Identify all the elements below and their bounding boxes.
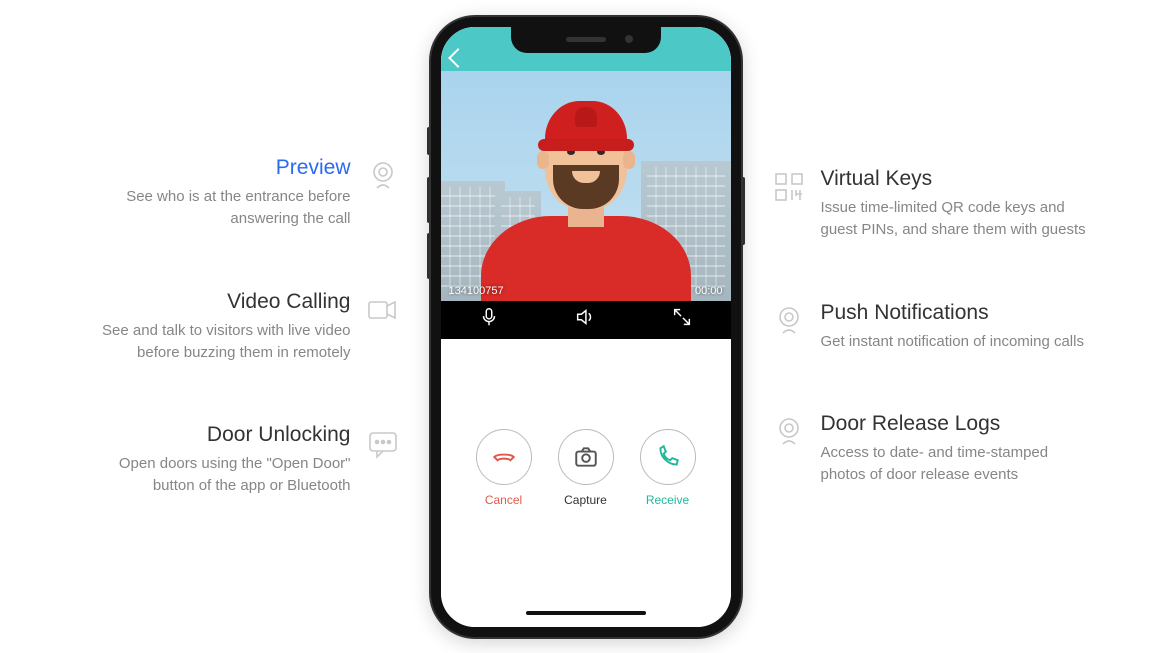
receive-button[interactable]: Receive — [640, 429, 696, 509]
feature-virtual-keys: Virtual Keys Issue time-limited QR code … — [771, 167, 1091, 241]
visitor-illustration — [486, 101, 686, 301]
home-indicator — [441, 599, 731, 627]
camera-icon — [771, 414, 807, 450]
phone-mockup: 134100757 00:00 Cancel Ca — [431, 17, 741, 637]
feature-desc: Issue time-limited QR code keys and gues… — [821, 197, 1091, 241]
feature-desc: Open doors using the "Open Door" button … — [81, 453, 351, 497]
media-control-bar — [441, 301, 731, 339]
feature-title: Video Calling — [81, 290, 351, 314]
capture-button[interactable]: Capture — [558, 429, 614, 509]
feature-push-notifications: Push Notifications Get instant notificat… — [771, 301, 1084, 353]
feature-title: Door Release Logs — [821, 412, 1091, 436]
chat-icon — [365, 425, 401, 461]
qr-icon — [771, 169, 807, 205]
left-feature-column: Preview See who is at the entrance befor… — [71, 126, 401, 527]
feature-desc: See who is at the entrance before answer… — [81, 186, 351, 230]
feature-desc: Get instant notification of incoming cal… — [821, 331, 1084, 353]
feature-title: Door Unlocking — [81, 423, 351, 447]
speaker-icon[interactable] — [574, 306, 596, 333]
feature-door-unlocking: Door Unlocking Open doors using the "Ope… — [81, 423, 401, 497]
video-icon — [365, 292, 401, 328]
feature-title: Push Notifications — [821, 301, 1084, 325]
call-timer: 00:00 — [695, 285, 723, 297]
cancel-label: Cancel — [485, 493, 522, 507]
feature-title: Preview — [81, 156, 351, 180]
video-preview: 134100757 00:00 — [441, 71, 731, 301]
feature-desc: Access to date- and time-stamped photos … — [821, 442, 1091, 486]
fullscreen-icon[interactable] — [671, 306, 693, 333]
camera-icon — [365, 158, 401, 194]
receive-label: Receive — [646, 493, 689, 507]
feature-desc: See and talk to visitors with live video… — [81, 320, 351, 364]
feature-title: Virtual Keys — [821, 167, 1091, 191]
capture-label: Capture — [564, 493, 607, 507]
call-actions: Cancel Capture Receive — [441, 339, 731, 599]
back-button[interactable] — [448, 48, 468, 68]
camera-icon — [771, 303, 807, 339]
feature-video-calling: Video Calling See and talk to visitors w… — [81, 290, 401, 364]
cancel-button[interactable]: Cancel — [476, 429, 532, 509]
caller-id: 134100757 — [449, 285, 504, 297]
mic-icon[interactable] — [478, 306, 500, 333]
right-feature-column: Virtual Keys Issue time-limited QR code … — [771, 137, 1101, 516]
phone-notch — [511, 27, 661, 53]
feature-door-release-logs: Door Release Logs Access to date- and ti… — [771, 412, 1091, 486]
feature-preview: Preview See who is at the entrance befor… — [81, 156, 401, 230]
